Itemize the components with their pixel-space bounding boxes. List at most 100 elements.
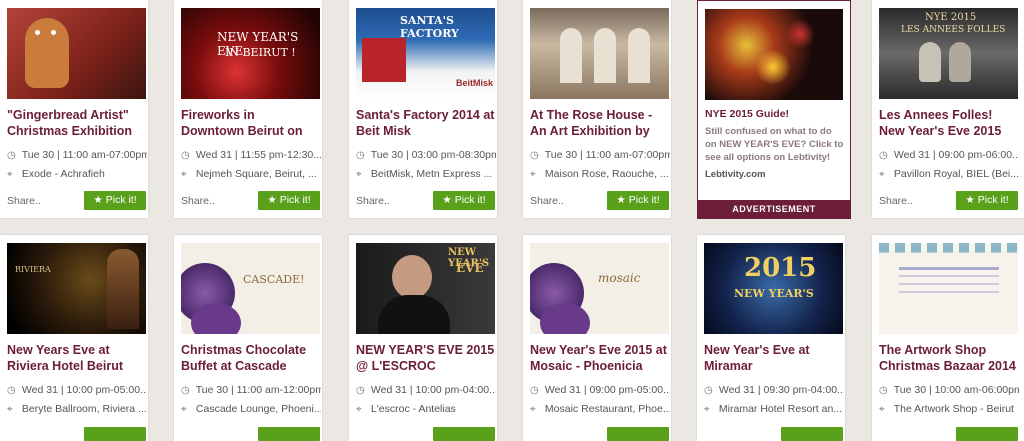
- event-title[interactable]: The Artwork Shop Christmas Bazaar 2014: [879, 342, 1019, 375]
- event-title[interactable]: At The Rose House - An Art Exhibition by…: [530, 107, 670, 140]
- pick-it-button[interactable]: [956, 427, 1018, 441]
- clock-icon: ◷: [879, 150, 888, 161]
- datetime-text: Tue 30 | 11:00 am-07:00pm: [544, 149, 670, 161]
- star-icon: ★: [442, 194, 452, 206]
- event-thumbnail[interactable]: NEW YEAR'S EVE IN BEIRUT !: [181, 8, 320, 99]
- event-card[interactable]: NEW YEAR'S EVE NEW YEAR'S EVE 2015 @ L'E…: [349, 235, 497, 441]
- pick-it-button[interactable]: [84, 427, 146, 441]
- event-location: ⌖ Mosaic Restaurant, Phoe...: [530, 403, 670, 415]
- datetime-text: Wed 31 | 11:55 pm-12:30...: [195, 149, 321, 161]
- event-datetime: ◷ Tue 30 | 03:00 pm-08:30pm: [356, 149, 496, 161]
- event-thumbnail[interactable]: mosaic: [530, 243, 669, 334]
- event-thumbnail[interactable]: 2015 NEW YEAR'S: [704, 243, 843, 334]
- pick-it-button[interactable]: ★ Pick it!: [433, 191, 495, 210]
- clock-icon: ◷: [181, 150, 190, 161]
- pick-it-button[interactable]: [607, 427, 669, 441]
- event-card[interactable]: mosaic New Year's Eve 2015 at Mosaic - P…: [523, 235, 671, 441]
- map-pin-icon: ⌖: [704, 404, 710, 415]
- pick-label: Pick it!: [454, 194, 486, 206]
- pick-label: Pick it!: [977, 194, 1009, 206]
- event-title[interactable]: New Years Eve at Riviera Hotel Beirut: [7, 342, 147, 375]
- star-icon: ★: [93, 194, 103, 206]
- event-location: ⌖ Pavillon Royal, BIEL (Bei...: [879, 168, 1019, 180]
- pick-it-button[interactable]: ★ Pick it!: [607, 191, 669, 210]
- event-datetime: ◷ Tue 30 | 10:00 am-06:00pm: [879, 384, 1019, 396]
- event-datetime: ◷ Tue 30 | 11:00 am-12:00pm: [181, 384, 321, 396]
- pick-label: Pick it!: [105, 194, 137, 206]
- map-pin-icon: ⌖: [356, 169, 362, 180]
- pick-it-button[interactable]: [258, 427, 320, 441]
- event-card[interactable]: "Gingerbread Artist" Christmas Exhibitio…: [0, 0, 148, 218]
- ad-text[interactable]: Still confused on what to do on NEW YEAR…: [705, 125, 845, 164]
- event-card[interactable]: SANTA'S FACTORY BeitMisk Santa's Factory…: [349, 0, 497, 218]
- pick-it-button[interactable]: [433, 427, 495, 441]
- event-title[interactable]: Santa's Factory 2014 at Beit Misk: [356, 107, 496, 140]
- event-thumbnail[interactable]: NEW YEAR'S EVE: [356, 243, 495, 334]
- location-text: Nejmeh Square, Beirut, ...: [195, 168, 317, 180]
- share-link[interactable]: Share..: [879, 195, 913, 207]
- event-card[interactable]: NEW YEAR'S EVE IN BEIRUT ! Fireworks in …: [174, 0, 322, 218]
- event-location: ⌖ Nejmeh Square, Beirut, ...: [181, 168, 321, 180]
- thumb-caption: mosaic: [598, 271, 641, 285]
- thumb-caption: NYE 2015: [925, 12, 977, 23]
- event-title[interactable]: Christmas Chocolate Buffet at Cascade: [181, 342, 321, 375]
- event-location: ⌖ Exode - Achrafieh: [7, 168, 147, 180]
- map-pin-icon: ⌖: [879, 169, 885, 180]
- clock-icon: ◷: [530, 385, 539, 396]
- datetime-text: Tue 30 | 11:00 am-12:00pm: [195, 384, 321, 396]
- event-thumbnail[interactable]: [879, 243, 1018, 334]
- ad-title[interactable]: NYE 2015 Guide!: [705, 108, 789, 120]
- clock-icon: ◷: [7, 150, 16, 161]
- star-icon: ★: [616, 194, 626, 206]
- event-thumbnail[interactable]: RIVIERA: [7, 243, 146, 334]
- event-location: ⌖ The Artwork Shop - Beirut: [879, 403, 1019, 415]
- location-text: The Artwork Shop - Beirut: [893, 403, 1014, 415]
- event-card[interactable]: CASCADE! Christmas Chocolate Buffet at C…: [174, 235, 322, 441]
- event-location: ⌖ Miramar Hotel Resort an...: [704, 403, 844, 415]
- advertisement-card[interactable]: NYE 2015 Guide! Still confused on what t…: [697, 0, 851, 219]
- location-text: L'escroc - Antelias: [370, 403, 456, 415]
- event-title[interactable]: "Gingerbread Artist" Christmas Exhibitio…: [7, 107, 147, 140]
- thumb-caption: NEW YEAR'S: [734, 287, 814, 300]
- event-card[interactable]: NYE 2015 LES ANNEES FOLLES Les Annees Fo…: [872, 0, 1024, 218]
- location-text: Maison Rose, Raouche, ...: [544, 168, 669, 180]
- event-card[interactable]: RIVIERA New Years Eve at Riviera Hotel B…: [0, 235, 148, 441]
- pick-it-button[interactable]: [781, 427, 843, 441]
- advertisement-label: ADVERTISEMENT: [698, 200, 850, 218]
- event-card[interactable]: 2015 NEW YEAR'S New Year's Eve at Mirama…: [697, 235, 845, 441]
- share-link[interactable]: Share..: [356, 195, 390, 207]
- datetime-text: Tue 30 | 10:00 am-06:00pm: [893, 384, 1019, 396]
- event-title[interactable]: Les Annees Folles! New Year's Eve 2015: [879, 107, 1019, 140]
- event-thumbnail[interactable]: SANTA'S FACTORY BeitMisk: [356, 8, 495, 99]
- datetime-text: Wed 31 | 09:00 pm-06:00...: [893, 149, 1019, 161]
- event-title[interactable]: NEW YEAR'S EVE 2015 @ L'ESCROC: [356, 342, 496, 375]
- event-title[interactable]: New Year's Eve 2015 at Mosaic - Phoenici…: [530, 342, 670, 375]
- ad-thumbnail[interactable]: [705, 9, 843, 100]
- event-location: ⌖ BeitMisk, Metn Express ...: [356, 168, 496, 180]
- share-link[interactable]: Share..: [530, 195, 564, 207]
- pick-label: Pick it!: [279, 194, 311, 206]
- share-link[interactable]: Share..: [7, 195, 41, 207]
- pick-it-button[interactable]: ★ Pick it!: [258, 191, 320, 210]
- event-title[interactable]: Fireworks in Downtown Beirut on New Year…: [181, 107, 321, 140]
- event-thumbnail[interactable]: [530, 8, 669, 99]
- location-text: Miramar Hotel Resort an...: [718, 403, 843, 415]
- clock-icon: ◷: [356, 150, 365, 161]
- ad-link[interactable]: Lebtivity.com: [705, 169, 766, 180]
- event-thumbnail[interactable]: [7, 8, 146, 99]
- event-title[interactable]: New Year's Eve at Miramar: [704, 342, 844, 375]
- map-pin-icon: ⌖: [7, 169, 13, 180]
- event-datetime: ◷ Wed 31 | 10:00 pm-04:00...: [356, 384, 496, 396]
- location-text: BeitMisk, Metn Express ...: [370, 168, 493, 180]
- clock-icon: ◷: [7, 385, 16, 396]
- event-thumbnail[interactable]: NYE 2015 LES ANNEES FOLLES: [879, 8, 1018, 99]
- event-datetime: ◷ Wed 31 | 11:55 pm-12:30...: [181, 149, 321, 161]
- thumb-caption: EVE: [456, 261, 484, 275]
- event-thumbnail[interactable]: CASCADE!: [181, 243, 320, 334]
- star-icon: ★: [965, 194, 975, 206]
- pick-it-button[interactable]: ★ Pick it!: [84, 191, 146, 210]
- event-card[interactable]: The Artwork Shop Christmas Bazaar 2014 ◷…: [872, 235, 1024, 441]
- pick-it-button[interactable]: ★ Pick it!: [956, 191, 1018, 210]
- event-card[interactable]: At The Rose House - An Art Exhibition by…: [523, 0, 671, 218]
- share-link[interactable]: Share..: [181, 195, 215, 207]
